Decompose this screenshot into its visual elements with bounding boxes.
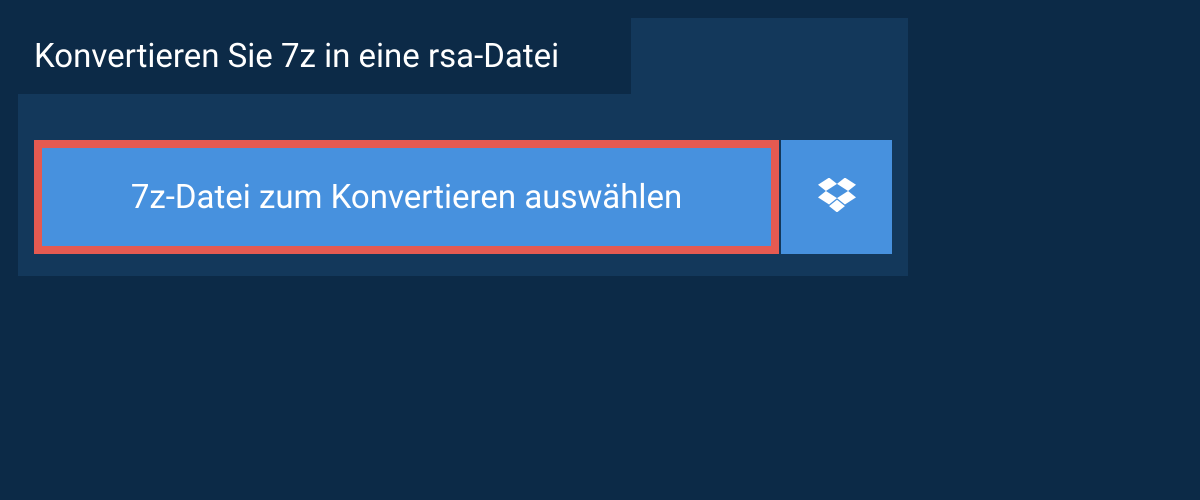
dropbox-button[interactable] [781,140,892,254]
select-file-label: 7z-Datei zum Konvertieren auswählen [131,178,682,217]
dropbox-icon [818,178,856,216]
select-file-button[interactable]: 7z-Datei zum Konvertieren auswählen [34,140,779,254]
page-title: Konvertieren Sie 7z in eine rsa-Datei [34,37,559,76]
action-row: 7z-Datei zum Konvertieren auswählen [34,140,892,254]
converter-panel: Konvertieren Sie 7z in eine rsa-Datei 7z… [18,18,908,276]
title-bar: Konvertieren Sie 7z in eine rsa-Datei [18,18,631,94]
